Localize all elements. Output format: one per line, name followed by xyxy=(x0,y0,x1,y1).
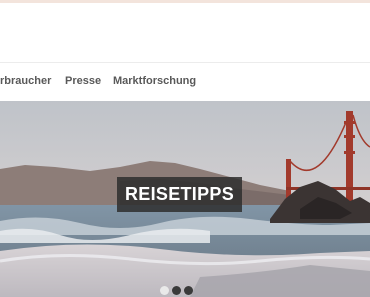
nav-item-verbraucher[interactable]: rbraucher xyxy=(0,75,51,87)
carousel-dot-3[interactable] xyxy=(184,286,193,295)
carousel-indicators xyxy=(160,286,193,296)
carousel-dot-1[interactable] xyxy=(160,286,169,295)
nav-item-marktforschung[interactable]: Marktforschung xyxy=(113,75,196,87)
nav-item-presse[interactable]: Presse xyxy=(65,75,101,87)
main-navigation: rbraucher Presse Marktforschung xyxy=(0,62,370,102)
hero-category-label[interactable]: REISETIPPS xyxy=(117,177,242,212)
hero-slider[interactable]: REISETIPPS xyxy=(0,101,370,297)
carousel-dot-2[interactable] xyxy=(172,286,181,295)
header-area xyxy=(0,3,370,61)
